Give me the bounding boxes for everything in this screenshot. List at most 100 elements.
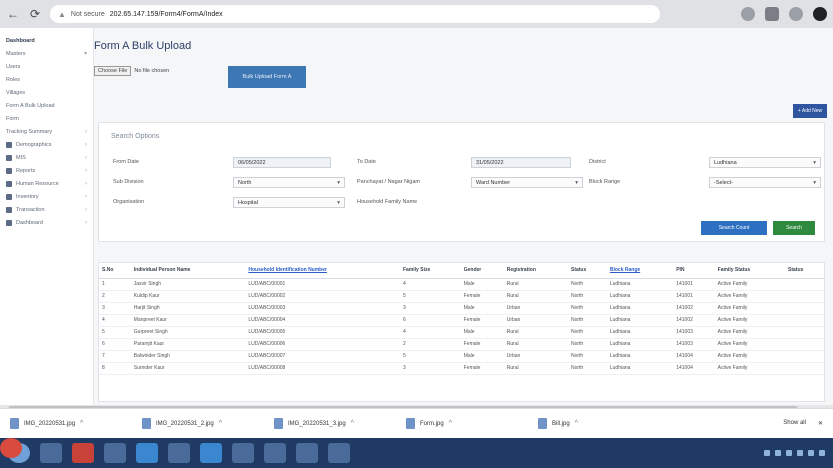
back-arrow-icon[interactable]: ← (6, 7, 20, 21)
to-date-input[interactable]: 31/05/2022 (471, 157, 571, 168)
table-cell (785, 350, 824, 363)
warning-icon[interactable]: ▲ (58, 10, 66, 19)
file-chooser[interactable]: Choose File No file chosen (94, 66, 169, 76)
table-cell: Balwinder Singh (130, 350, 246, 363)
download-item[interactable]: IMG_20220531_2.jpg ^ (142, 418, 260, 429)
table-row[interactable]: 3 Harjit Singh LUD/ABC/00003 3 Male Urban Nort… (99, 302, 824, 315)
chevron-up-icon[interactable]: ^ (575, 420, 578, 427)
demographics-icon (6, 141, 12, 148)
sidebar-item-inventory[interactable]: Inventory › (0, 190, 93, 203)
sidebar-item-roles[interactable]: Roles (0, 73, 93, 86)
sidebar-item-tracking[interactable]: Tracking Summary › (0, 125, 93, 138)
col-header[interactable]: Registration (503, 263, 568, 279)
table-row[interactable]: 8 Surinder Kaur LUD/ABC/00008 3 Female Rural N… (99, 362, 824, 375)
zoom-icon[interactable] (741, 7, 755, 21)
table-row[interactable]: 4 Manpreet Kaur LUD/ABC/00004 6 Female Urban N… (99, 314, 824, 327)
table-cell (785, 362, 824, 375)
sidebar-item-human-resource[interactable]: Human Resource › (0, 177, 93, 190)
download-item[interactable]: Bill.jpg ^ (538, 418, 656, 429)
col-header[interactable]: Family Size (400, 263, 461, 279)
col-header[interactable]: Family Status (714, 263, 786, 279)
chevron-up-icon[interactable]: ^ (80, 420, 83, 427)
col-header[interactable]: S.No (99, 263, 131, 279)
table-cell: Female (460, 362, 504, 375)
download-item[interactable]: IMG_20220531_3.jpg ^ (274, 418, 392, 429)
table-cell: 3 (400, 302, 461, 315)
bulk-upload-button[interactable]: Bulk Upload Form A (228, 66, 306, 88)
choose-file-button[interactable]: Choose File (94, 66, 132, 76)
add-new-button[interactable]: + Add New (793, 104, 827, 118)
table-cell: Active Family (714, 290, 786, 303)
mis-icon (6, 154, 12, 161)
taskbar-app-icon[interactable] (328, 443, 350, 463)
sidebar-item-demographics[interactable]: Demographics › (0, 138, 93, 151)
taskbar-app-icon[interactable] (104, 443, 126, 463)
col-header[interactable]: Household Identification Number (245, 263, 400, 279)
close-icon[interactable]: ✕ (818, 420, 823, 427)
sidebar-item-reports[interactable]: Reports › (0, 164, 93, 177)
chevron-up-icon[interactable]: ^ (219, 420, 222, 427)
taskbar (0, 438, 833, 468)
area-select[interactable]: North (233, 177, 345, 188)
district-select[interactable]: Ludhiana (709, 157, 821, 168)
search-button[interactable]: Search (773, 221, 815, 235)
col-header[interactable]: Individual Person Name (130, 263, 246, 279)
bookmark-star-icon[interactable] (789, 7, 803, 21)
col-header[interactable]: Status (785, 263, 824, 279)
address-bar[interactable]: ▲ Not secure 202.65.147.159/Form4/FormA/… (50, 5, 660, 23)
tray-icon[interactable] (819, 450, 825, 456)
table-row[interactable]: 5 Gurpreet Singh LUD/ABC/00005 4 Male Rural No… (99, 326, 824, 339)
table-row[interactable]: 2 Kuldip Kaur LUD/ABC/00002 5 Female Rural Nor… (99, 290, 824, 303)
tray-icon[interactable] (797, 450, 803, 456)
page-title: Form A Bulk Upload (94, 40, 192, 52)
from-date-input[interactable]: 06/05/2022 (233, 157, 331, 168)
sidebar-item-dashboard[interactable]: Dashboard (0, 34, 93, 47)
tray-icon[interactable] (808, 450, 814, 456)
chevron-up-icon[interactable]: ^ (449, 420, 452, 427)
app-window: Dashboard Masters ▾ Users Roles Villages … (0, 28, 833, 413)
taskbar-app-icon[interactable] (264, 443, 286, 463)
table-row[interactable]: 6 Paramjit Kaur LUD/ABC/00006 2 Female Rural N… (99, 338, 824, 351)
download-item[interactable]: Form.jpg ^ (406, 418, 524, 429)
taskbar-app-icon[interactable] (232, 443, 254, 463)
table-cell: 2 (400, 338, 461, 351)
table-cell: LUD/ABC/00006 (245, 338, 400, 351)
pdf-app-icon[interactable] (72, 443, 94, 463)
col-header[interactable]: Block Range (606, 263, 674, 279)
col-header[interactable]: Gender (460, 263, 504, 279)
table-row[interactable]: 7 Balwinder Singh LUD/ABC/00007 5 Male Urban N… (99, 350, 824, 363)
col-header[interactable]: PIN (673, 263, 715, 279)
refresh-icon[interactable]: ⟳ (28, 7, 42, 21)
organisation-select[interactable]: Hospital (233, 197, 345, 208)
tray-icon[interactable] (764, 450, 770, 456)
sidebar-item-form[interactable]: Form (0, 112, 93, 125)
sidebar-item-dashboard-2[interactable]: Dashboard › (0, 216, 93, 229)
taskbar-app-icon[interactable] (200, 443, 222, 463)
taskbar-app-icon[interactable] (40, 443, 62, 463)
profile-avatar[interactable] (813, 7, 827, 21)
show-all-link[interactable]: Show all (783, 420, 806, 427)
extension-icon[interactable] (765, 7, 779, 21)
table-cell: Rural (503, 326, 568, 339)
col-header[interactable]: Status (567, 263, 607, 279)
panchayat-select[interactable]: Ward Number (471, 177, 583, 188)
block-range-select[interactable]: -Select- (709, 177, 821, 188)
download-item[interactable]: IMG_20220531.jpg ^ (10, 418, 128, 429)
tray-icon[interactable] (786, 450, 792, 456)
tray-icon[interactable] (775, 450, 781, 456)
sidebar-item-villages[interactable]: Villages (0, 86, 93, 99)
taskbar-app-icon[interactable] (168, 443, 190, 463)
ie-browser-icon[interactable] (136, 443, 158, 463)
sidebar-item-mis[interactable]: MIS › (0, 151, 93, 164)
sidebar-item-masters[interactable]: Masters ▾ (0, 47, 93, 60)
search-count-button[interactable]: Search Count (701, 221, 767, 235)
sidebar-item-users[interactable]: Users (0, 60, 93, 73)
sidebar-item-form-a-bulk-upload[interactable]: Form A Bulk Upload (0, 99, 93, 112)
table-cell: 5 (400, 290, 461, 303)
sidebar-item-transaction[interactable]: Transaction › (0, 203, 93, 216)
table-cell: Active Family (714, 278, 786, 291)
table-row[interactable]: 1 Jasvir Singh LUD/ABC/00001 4 Male Rural Nort… (99, 278, 824, 291)
chevron-up-icon[interactable]: ^ (351, 420, 354, 427)
chrome-browser-icon[interactable] (0, 438, 22, 458)
taskbar-app-icon[interactable] (296, 443, 318, 463)
